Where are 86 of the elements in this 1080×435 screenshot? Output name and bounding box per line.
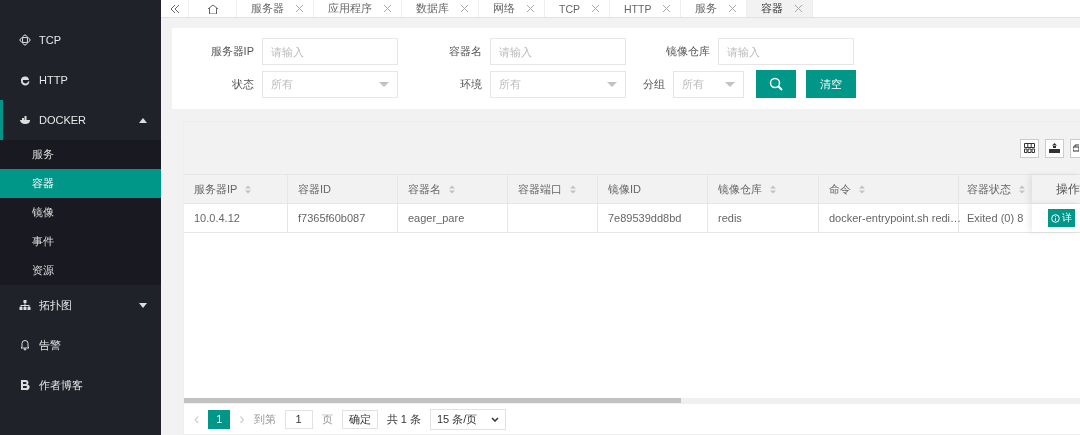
- chevron-down-icon: [491, 416, 500, 422]
- double-chevron-icon: [169, 4, 180, 13]
- column-header[interactable]: 服务器IP: [184, 175, 288, 203]
- table-cell: f7365f60b087: [298, 212, 366, 224]
- table-cell: redis: [718, 212, 742, 224]
- sort-icon[interactable]: [570, 184, 576, 194]
- column-header: 操作: [1056, 180, 1080, 198]
- column-header[interactable]: 容器端口: [508, 175, 598, 203]
- tab[interactable]: 数据库: [402, 0, 479, 17]
- close-icon[interactable]: [795, 5, 803, 12]
- submenu-item[interactable]: 镜像: [0, 198, 161, 227]
- table-cell: docker-entrypoint.sh redi…: [829, 212, 962, 224]
- sidebar-item[interactable]: 拓扑图: [0, 285, 161, 325]
- ie-icon: [19, 74, 31, 86]
- table-cell: eager_pare: [408, 212, 465, 224]
- page-button[interactable]: 1: [208, 409, 231, 429]
- sort-icon[interactable]: [770, 184, 776, 194]
- network-icon: [19, 34, 31, 46]
- export-icon[interactable]: [1045, 138, 1064, 158]
- confirm-button[interactable]: 确定: [341, 409, 378, 429]
- print-icon[interactable]: [1070, 138, 1080, 158]
- close-icon[interactable]: [296, 5, 303, 12]
- total-count: 共 1 条: [386, 411, 421, 427]
- caret-icon: [139, 302, 147, 308]
- home-icon: [206, 3, 219, 14]
- columns-icon[interactable]: [1020, 138, 1039, 158]
- tab[interactable]: 服务器: [237, 0, 314, 17]
- b-icon: [19, 379, 31, 391]
- close-icon[interactable]: [592, 5, 599, 12]
- filter-label: 容器名: [448, 44, 483, 59]
- column-header[interactable]: 容器状态: [959, 175, 1031, 203]
- sidebar-item[interactable]: 作者博客: [0, 365, 161, 405]
- table-cell: Exited (0) 8: [967, 212, 1024, 224]
- filter-label: 状态: [231, 76, 255, 92]
- caret-icon: [607, 81, 617, 87]
- tab[interactable]: HTTP: [610, 0, 682, 17]
- page-unit: 页: [321, 411, 333, 427]
- close-icon[interactable]: [461, 5, 468, 12]
- details-button[interactable]: 详: [1048, 209, 1075, 227]
- close-icon[interactable]: [384, 5, 391, 12]
- column-header[interactable]: 命令: [819, 175, 959, 203]
- table-cell: 7e89539dd8bd: [608, 212, 682, 224]
- filter-label: 服务器IP: [209, 44, 255, 59]
- bell-icon: [19, 339, 31, 351]
- sort-icon[interactable]: [245, 184, 252, 194]
- sitemap-icon: [19, 299, 31, 311]
- clear-button[interactable]: 清空: [806, 70, 856, 98]
- tab[interactable]: 应用程序: [314, 0, 402, 17]
- filter-label: 镜像仓库: [665, 44, 711, 59]
- caret-icon: [725, 81, 735, 87]
- close-icon[interactable]: [729, 5, 737, 12]
- table-cell: 10.0.4.12: [194, 212, 240, 224]
- input-field[interactable]: 请输入: [718, 38, 854, 65]
- column-header[interactable]: 容器名: [398, 175, 508, 203]
- submenu-item[interactable]: 容器: [0, 169, 161, 198]
- page-size-select[interactable]: 15 条/页: [429, 408, 507, 430]
- column-header[interactable]: 容器ID: [288, 175, 398, 203]
- tab[interactable]: TCP: [545, 0, 610, 17]
- caret-icon: [379, 81, 389, 87]
- input-field[interactable]: 请输入: [262, 38, 398, 65]
- page-input[interactable]: 1: [284, 409, 313, 429]
- tab[interactable]: 网络: [479, 0, 545, 17]
- caret-icon: [139, 117, 147, 123]
- column-header[interactable]: 镜像ID: [598, 175, 708, 203]
- goto-label: 到第: [253, 411, 276, 427]
- submenu-item[interactable]: 事件: [0, 227, 161, 256]
- whale-icon: [19, 114, 31, 126]
- sidebar-item[interactable]: TCP: [0, 20, 161, 60]
- sidebar-item[interactable]: HTTP: [0, 60, 161, 100]
- sort-icon[interactable]: [1019, 184, 1025, 194]
- sidebar-item[interactable]: 告警: [0, 325, 161, 365]
- close-icon[interactable]: [663, 5, 671, 12]
- sort-icon[interactable]: [859, 184, 865, 194]
- sort-icon[interactable]: [449, 184, 455, 194]
- column-header[interactable]: 镜像仓库: [708, 175, 819, 203]
- tab[interactable]: 容器: [747, 0, 814, 17]
- submenu-item[interactable]: 服务: [0, 140, 161, 169]
- info-icon: [1051, 213, 1060, 223]
- filter-label: 环境: [459, 76, 483, 92]
- scrollbar-thumb[interactable]: [184, 398, 681, 403]
- search-icon: [769, 77, 783, 91]
- filter-label: 分组: [641, 76, 666, 92]
- close-icon[interactable]: [527, 5, 534, 12]
- submenu-item[interactable]: 资源: [0, 256, 161, 285]
- search-button[interactable]: [756, 70, 796, 98]
- input-field[interactable]: 请输入: [490, 38, 626, 65]
